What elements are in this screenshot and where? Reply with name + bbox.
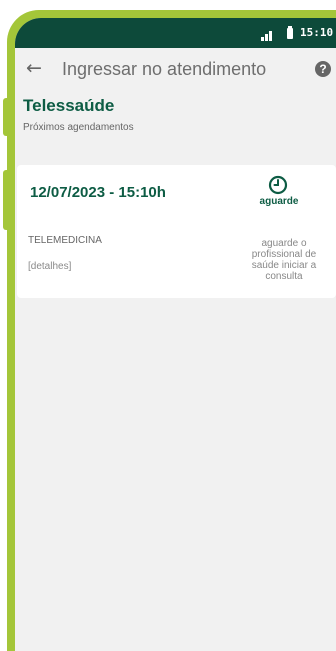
status-badge: aguarde xyxy=(259,196,299,207)
section-title: Telessaúde xyxy=(23,96,115,115)
help-icon[interactable]: ? xyxy=(315,61,331,77)
appointment-type: TELEMEDICINA xyxy=(28,235,102,246)
status-bar: 15:10 xyxy=(15,18,336,48)
arrow-left-icon[interactable]: ← xyxy=(26,58,42,78)
signal-icon xyxy=(261,29,275,41)
section-subtitle: Próximos agendamentos xyxy=(23,122,134,133)
status-message: aguarde o profissional de saúde iniciar … xyxy=(251,238,317,282)
details-link[interactable]: [detalhes] xyxy=(28,261,71,272)
volume-button xyxy=(3,98,11,136)
battery-icon xyxy=(287,26,293,39)
power-button xyxy=(3,170,11,230)
appointment-date: 12/07/2023 - 15:10h xyxy=(30,184,166,201)
app-bar: ← Ingressar no atendimento ? xyxy=(15,48,336,92)
status-time: 15:10 xyxy=(300,26,334,39)
phone-screen: 15:10 ← Ingressar no atendimento ? Teles… xyxy=(15,18,336,651)
clock-icon xyxy=(268,175,288,195)
appointment-card[interactable]: 12/07/2023 - 15:10h TELEMEDICINA [detalh… xyxy=(17,165,336,298)
page-title: Ingressar no atendimento xyxy=(62,59,267,79)
